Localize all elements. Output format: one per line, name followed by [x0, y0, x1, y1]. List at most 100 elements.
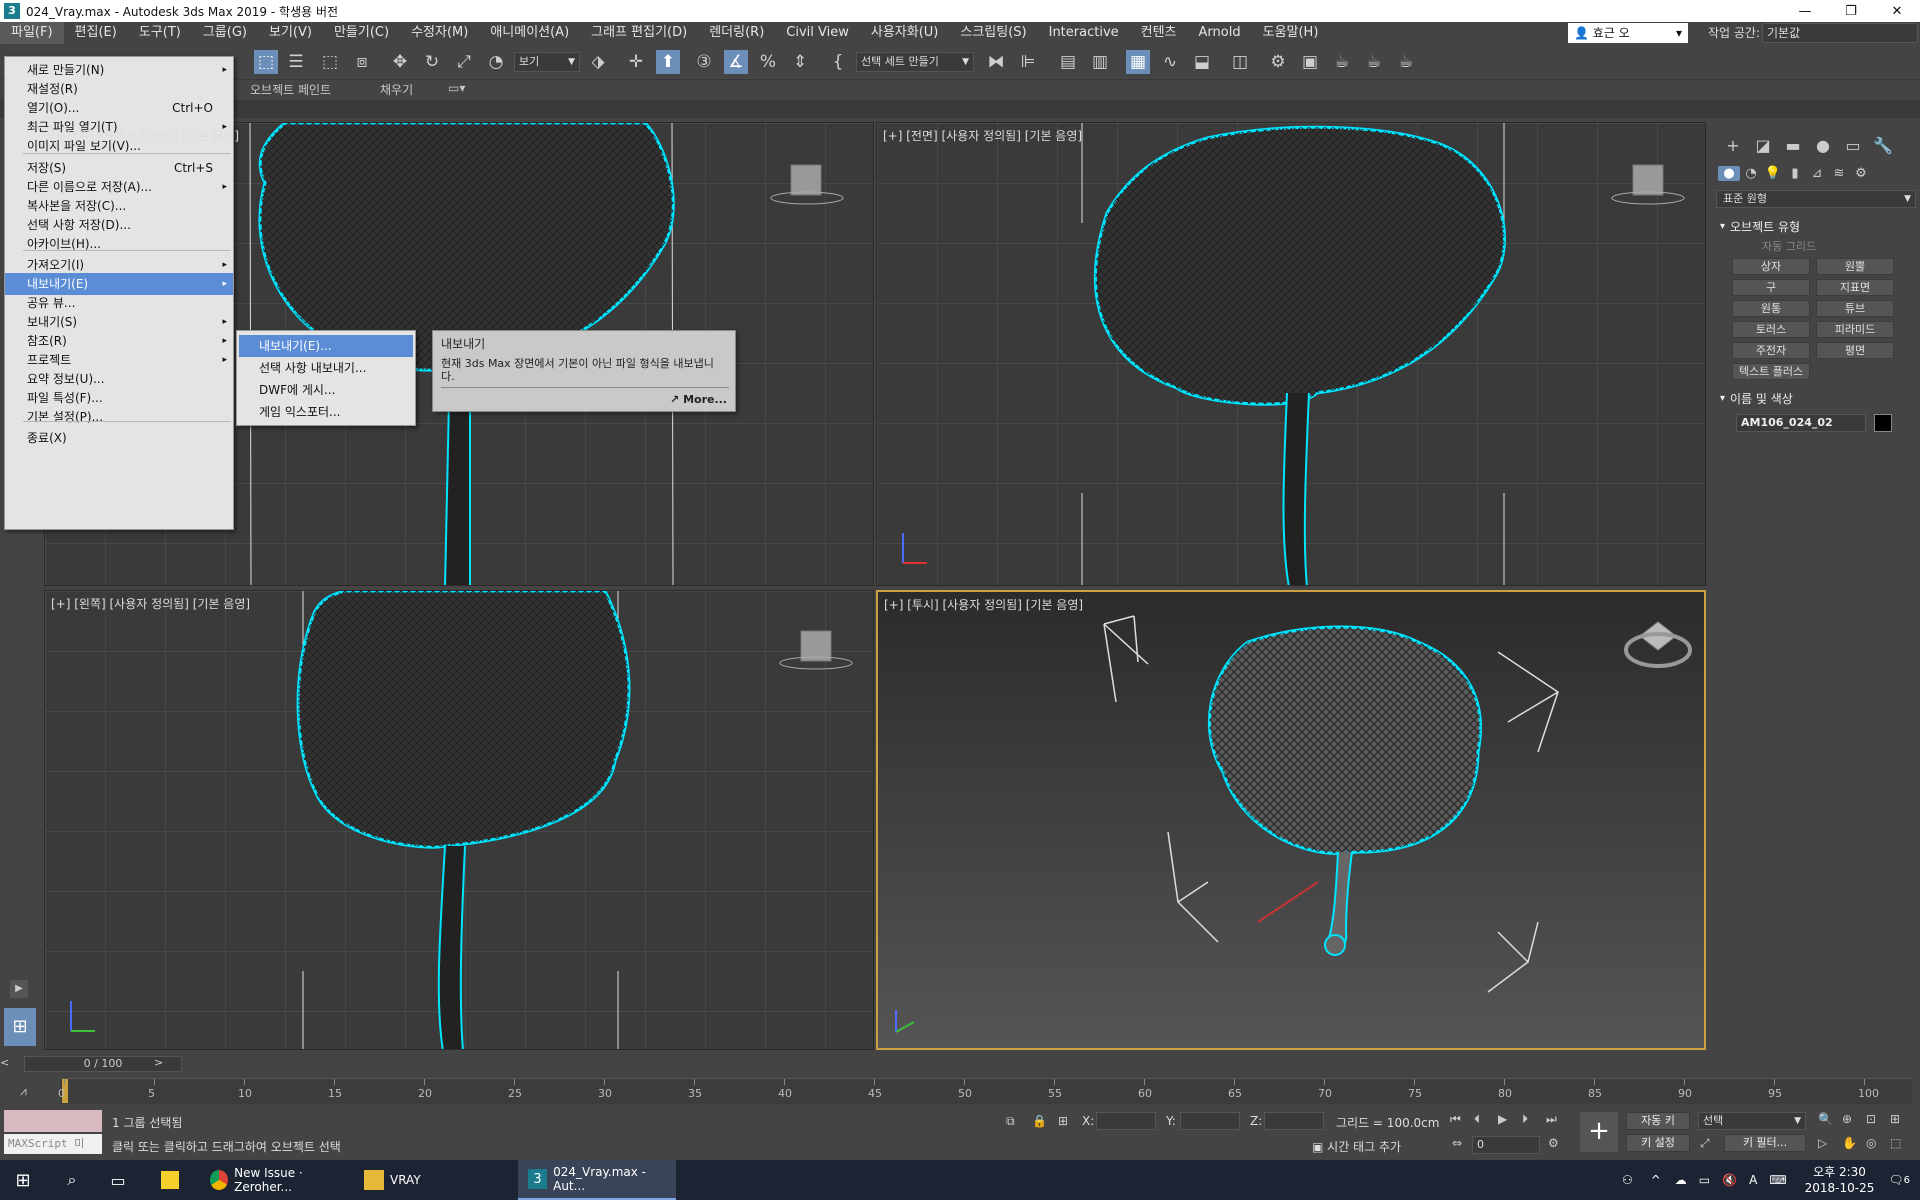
select-object-icon[interactable]: ⬚ [254, 50, 278, 74]
material-editor-icon[interactable]: ◫ [1228, 50, 1252, 74]
rotate-icon[interactable]: ↻ [420, 50, 444, 74]
layer-explorer-icon[interactable]: ▥ [1088, 50, 1112, 74]
mirror-icon[interactable]: ⧓ [984, 50, 1008, 74]
lights-icon[interactable]: 💡 [1762, 166, 1784, 181]
isolate-selection-icon[interactable]: ⧉ [1006, 1114, 1015, 1129]
rendered-frame-window-icon[interactable]: ▣ [1298, 50, 1322, 74]
curve-editor-icon[interactable]: ∿ [1158, 50, 1182, 74]
menu-content[interactable]: 컨텐츠 [1130, 22, 1188, 44]
volume-icon[interactable]: 🔇 [1722, 1173, 1737, 1187]
field-of-view-icon[interactable]: ▷ [1818, 1136, 1827, 1150]
publish-dwf-item[interactable]: DWF에 게시... [239, 379, 413, 401]
cylinder-button[interactable]: 원통 [1732, 300, 1810, 317]
keyboard-shortcut-override-icon[interactable]: ⬆ [656, 50, 680, 74]
menu-group[interactable]: 그룹(G) [192, 22, 258, 44]
autogrid-checkbox[interactable]: 자동 그리드 [1762, 238, 1816, 254]
window-crossing-icon[interactable]: ⧈ [350, 50, 374, 74]
create-tab-icon[interactable]: + [1718, 136, 1748, 155]
time-configuration-icon[interactable]: ⚙ [1548, 1136, 1559, 1150]
ime-icon[interactable]: A [1749, 1173, 1757, 1187]
schematic-view-icon[interactable]: ⬓ [1190, 50, 1214, 74]
helpers-icon[interactable]: ⊿ [1806, 166, 1828, 181]
percent-snap-icon[interactable]: % [756, 50, 780, 74]
box-button[interactable]: 상자 [1732, 258, 1810, 275]
sticky-notes-icon[interactable] [148, 1160, 192, 1200]
menu-animation[interactable]: 애니메이션(A) [479, 22, 580, 44]
notification-center[interactable]: 🗨 6 [1888, 1173, 1910, 1187]
tube-button[interactable]: 튜브 [1816, 300, 1894, 317]
edit-named-selection-icon[interactable]: { [826, 50, 850, 74]
torus-button[interactable]: 토러스 [1732, 321, 1810, 338]
clock[interactable]: 오후 2:30 2018-10-25 [1805, 1164, 1875, 1196]
tray-overflow-icon[interactable]: ^ [1651, 1173, 1661, 1187]
pyramid-button[interactable]: 피라미드 [1816, 321, 1894, 338]
tooltip-more-link[interactable]: ↗ More... [670, 393, 727, 406]
search-icon[interactable]: ⌕ [50, 1160, 94, 1200]
viewport-perspective-label[interactable]: [+] [투시] [사용자 정의됨] [기본 음영] [884, 596, 1083, 613]
ribbon-tab-populate[interactable]: 채우기 [380, 81, 413, 98]
pan-view-icon[interactable]: ✋ [1842, 1136, 1857, 1150]
taskbar-item-3dsmax[interactable]: 3 024_Vray.max - Aut... [518, 1160, 676, 1200]
menu-file[interactable]: 파일(F) [0, 22, 64, 44]
display-tab-icon[interactable]: ▭ [1838, 136, 1868, 155]
timeline-track[interactable]: 0 5 10 15 20 25 30 35 40 45 50 55 60 65 70 75 80 85 90 95 10… [58, 1078, 1912, 1104]
go-to-end-icon[interactable]: ⏭ [1546, 1112, 1557, 1127]
go-to-start-icon[interactable]: ⏮ [1450, 1112, 1461, 1127]
select-by-name-icon[interactable]: ☰ [284, 50, 308, 74]
render-production-icon[interactable]: ☕ [1330, 50, 1354, 74]
zoom-all-icon[interactable]: ⊕ [1842, 1112, 1852, 1126]
export-selected-item[interactable]: 선택 사항 내보내기... [239, 357, 413, 379]
play-expand-icon[interactable]: ▶ [10, 980, 28, 998]
angle-snap-icon[interactable]: ∡ [724, 50, 748, 74]
menu-view[interactable]: 보기(V) [258, 22, 323, 44]
scene-explorer-icon[interactable]: ▤ [1056, 50, 1080, 74]
render-iterative-icon[interactable]: ☕ [1362, 50, 1386, 74]
viewport-left[interactable]: [+] [왼쪽] [사용자 정의됨] [기본 음영] [44, 590, 874, 1050]
menu-graph-editors[interactable]: 그래프 편집기(D) [580, 22, 698, 44]
reference-coord-dropdown[interactable]: 보기 ▼ [514, 52, 580, 72]
viewport-front-label[interactable]: [+] [전면] [사용자 정의됨] [기본 음영] [883, 127, 1082, 144]
align-icon[interactable]: ⊫ [1016, 50, 1040, 74]
snaps-toggle-icon[interactable]: ③ [692, 50, 716, 74]
onedrive-icon[interactable]: ☁ [1675, 1173, 1687, 1187]
file-menu-preferences[interactable]: 기본 설정(P)... [5, 406, 233, 428]
lock-selection-icon[interactable]: 🔒 [1032, 1114, 1047, 1128]
object-name-field[interactable]: AM106_024_02 [1736, 414, 1866, 432]
z-coordinate-field[interactable] [1264, 1112, 1324, 1130]
close-button[interactable]: ✕ [1874, 0, 1920, 22]
taskbar-item-folder[interactable]: VRAY [354, 1160, 512, 1200]
key-selection-dropdown[interactable]: 선택 ▼ [1698, 1112, 1806, 1130]
hierarchy-tab-icon[interactable]: ▬ [1778, 136, 1808, 155]
y-coordinate-field[interactable] [1180, 1112, 1240, 1130]
taskbar-item-chrome[interactable]: New Issue · Zeroher... [200, 1160, 352, 1200]
menu-edit[interactable]: 편집(E) [64, 22, 128, 44]
viewport-top-label[interactable]: [+] [위] [사용자 정의됨] [기본 음영] [51, 127, 239, 144]
menu-arnold[interactable]: Arnold [1188, 22, 1252, 44]
maximize-button[interactable]: ❐ [1828, 0, 1874, 22]
space-warps-icon[interactable]: ≋ [1828, 166, 1850, 181]
placement-icon[interactable]: ◔ [484, 50, 508, 74]
viewport-front[interactable]: [+] [전면] [사용자 정의됨] [기본 음영] [876, 122, 1706, 586]
menu-create[interactable]: 만들기(C) [323, 22, 400, 44]
spinner-snap-icon[interactable]: ⇕ [788, 50, 812, 74]
set-key-button[interactable]: 키 설정 [1626, 1134, 1690, 1152]
textplus-button[interactable]: 텍스트 플러스 [1732, 363, 1810, 380]
menu-civil-view[interactable]: Civil View [775, 22, 860, 44]
teapot-button[interactable]: 주전자 [1732, 342, 1810, 359]
previous-frame-icon[interactable]: ⏴ [1474, 1112, 1480, 1127]
menu-interactive[interactable]: Interactive [1038, 22, 1130, 44]
viewport-left-label[interactable]: [+] [왼쪽] [사용자 정의됨] [기본 음영] [51, 595, 250, 612]
rect-selection-icon[interactable]: ⬚ [318, 50, 342, 74]
file-menu-archive[interactable]: 아카이브(H)... [5, 233, 233, 255]
menu-tools[interactable]: 도구(T) [128, 22, 192, 44]
key-mode-toggle-icon[interactable]: ⇔ [1452, 1136, 1462, 1150]
zoom-extents-all-icon[interactable]: ⊞ [1890, 1112, 1900, 1126]
add-time-tag[interactable]: ▣ 시간 태그 추가 [1312, 1138, 1401, 1155]
geosphere-button[interactable]: 지표면 [1816, 279, 1894, 296]
systems-icon[interactable]: ⚙ [1850, 166, 1872, 181]
x-coordinate-field[interactable] [1096, 1112, 1156, 1130]
workspace-dropdown[interactable]: 기본값 [1762, 23, 1918, 43]
play-icon[interactable]: ▶ [1498, 1112, 1507, 1126]
windows-start-icon[interactable]: ⊞ [0, 1160, 46, 1200]
scale-icon[interactable]: ⤢ [452, 50, 476, 74]
